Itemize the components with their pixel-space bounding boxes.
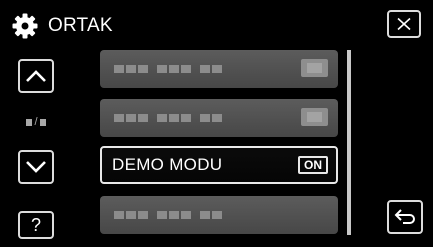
back-button[interactable] xyxy=(387,200,423,234)
placeholder-label xyxy=(114,211,224,219)
scroll-down-button[interactable] xyxy=(18,150,54,184)
help-button[interactable]: ? xyxy=(18,211,54,239)
menu-item-2[interactable] xyxy=(100,99,338,137)
menu-item-4[interactable] xyxy=(100,196,338,234)
menu-item-demo-mode[interactable]: DEMO MODU ON xyxy=(100,146,338,184)
page-title: ORTAK xyxy=(48,15,113,36)
help-label: ? xyxy=(30,215,41,235)
gear-icon xyxy=(12,13,38,39)
placeholder-value xyxy=(301,108,328,126)
chevron-down-icon xyxy=(26,161,46,173)
menu-item-label: DEMO MODU xyxy=(112,155,223,174)
title-bar: ORTAK xyxy=(12,8,113,44)
close-button[interactable] xyxy=(387,10,421,38)
scroll-up-button[interactable] xyxy=(18,59,54,93)
return-arrow-icon xyxy=(394,209,415,224)
placeholder-value xyxy=(301,59,328,77)
scrollbar[interactable] xyxy=(347,50,351,235)
page-indicator-icon: / xyxy=(21,116,51,128)
menu-item-value-badge: ON xyxy=(298,156,328,174)
placeholder-label xyxy=(114,65,224,73)
settings-screen: ORTAK / ? DEMO MODU ON xyxy=(0,0,433,247)
menu-item-1[interactable] xyxy=(100,50,338,88)
placeholder-label xyxy=(114,114,224,122)
close-icon xyxy=(397,17,411,31)
chevron-up-icon xyxy=(26,70,46,82)
